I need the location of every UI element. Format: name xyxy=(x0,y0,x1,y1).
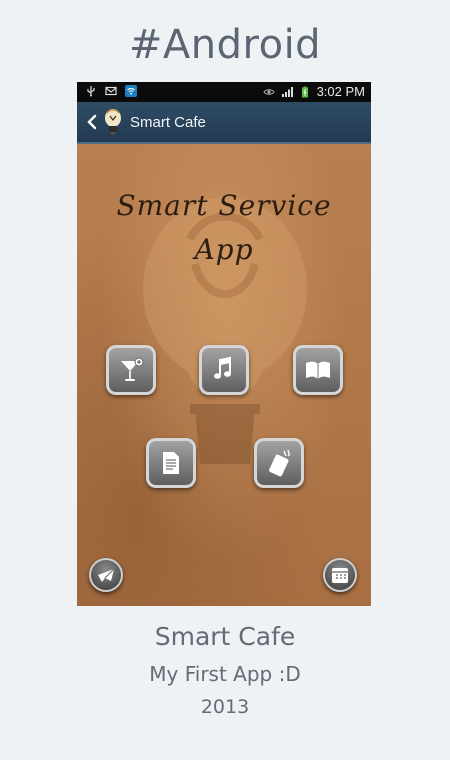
phone-icon xyxy=(269,449,291,477)
chevron-left-icon xyxy=(87,114,97,130)
eye-icon xyxy=(262,88,275,95)
document-icon xyxy=(163,452,179,474)
app-title: Smart Cafe xyxy=(130,113,206,131)
status-time: 3:02 PM xyxy=(316,84,365,99)
menu-drinks-button[interactable] xyxy=(106,345,156,395)
music-icon xyxy=(214,356,231,379)
gmail-icon xyxy=(105,86,117,96)
wifi-icon xyxy=(125,85,137,97)
menu-music-button[interactable] xyxy=(199,345,249,395)
mail-icon xyxy=(98,568,115,582)
hashtag-title: #Android xyxy=(128,22,322,68)
menu-document-button[interactable] xyxy=(146,438,196,488)
app-content: Smart Service App xyxy=(77,144,371,606)
mail-button[interactable] xyxy=(89,558,123,592)
battery-icon xyxy=(301,86,308,97)
lightbulb-logo-icon xyxy=(105,109,121,135)
menu-book-button[interactable] xyxy=(293,345,343,395)
status-bar: 3:02 PM xyxy=(77,82,371,102)
usb-icon xyxy=(87,86,95,97)
calendar-button[interactable] xyxy=(323,558,357,592)
book-icon xyxy=(306,361,330,379)
action-bar: Smart Cafe xyxy=(77,102,371,144)
signal-icon xyxy=(281,86,293,97)
phone-screenshot: 3:02 PM Smart Cafe Smart Service App xyxy=(77,82,371,606)
heading-line-1: Smart Service xyxy=(116,189,332,222)
menu-phone-button[interactable] xyxy=(254,438,304,488)
caption-app-name: Smart Cafe xyxy=(154,622,296,651)
caption-year: 2013 xyxy=(200,696,250,718)
back-button[interactable] xyxy=(82,102,102,142)
cocktail-icon xyxy=(121,357,144,381)
calendar-icon xyxy=(332,568,348,583)
heading-line-2: App xyxy=(194,233,254,266)
caption-subtitle: My First App :D xyxy=(149,662,301,686)
